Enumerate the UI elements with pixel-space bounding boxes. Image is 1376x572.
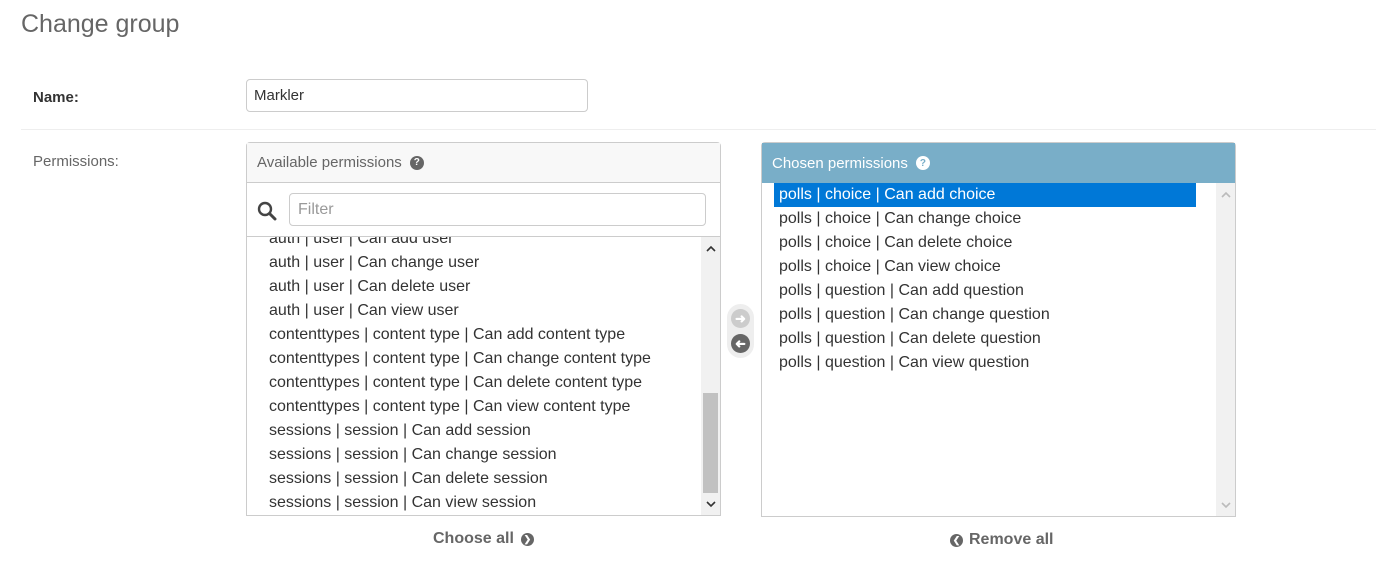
add-selected-button[interactable]: ➜ [731,309,750,328]
filter-bar [247,183,720,237]
choose-all-button[interactable]: Choose all ❯ [433,530,534,548]
scroll-up-icon[interactable] [701,239,720,257]
permission-option[interactable]: polls | question | Can delete question [774,327,1196,351]
available-options: auth | user | Can add user auth | user | … [264,237,700,515]
available-scrollbar[interactable] [701,237,720,515]
search-icon [257,201,277,221]
permission-option[interactable]: polls | question | Can view question [774,351,1196,375]
permission-option[interactable]: polls | choice | Can add choice [774,183,1196,207]
available-permissions-selector: Available permissions ? auth | user | Ca… [246,142,721,516]
permission-option[interactable]: sessions | session | Can delete session [264,467,700,491]
arrow-left-circle-icon: ➜ [735,336,746,351]
scroll-down-icon[interactable] [701,495,720,513]
remove-selected-button[interactable]: ➜ [731,334,750,353]
permission-option[interactable]: sessions | session | Can change session [264,443,700,467]
permissions-label: Permissions: [33,153,119,170]
chosen-options: polls | choice | Can add choice polls | c… [774,183,1215,375]
available-permissions-title: Available permissions [257,154,402,171]
remove-all-button[interactable]: ❮ Remove all [950,531,1053,549]
filter-input[interactable] [289,193,706,226]
permission-option[interactable]: sessions | session | Can view session [264,491,700,515]
scroll-up-icon[interactable] [1216,185,1235,203]
permission-option[interactable]: polls | choice | Can change choice [774,207,1196,231]
chosen-permissions-list[interactable]: polls | choice | Can add choice polls | c… [762,183,1235,516]
help-icon: ? [915,156,930,170]
permission-option[interactable]: polls | choice | Can view choice [774,255,1196,279]
scroll-thumb[interactable] [703,393,718,493]
permission-option[interactable]: auth | user | Can delete user [264,275,700,299]
chosen-scrollbar[interactable] [1216,183,1235,516]
scroll-down-icon[interactable] [1216,496,1235,514]
permission-option[interactable]: polls | choice | Can delete choice [774,231,1196,255]
available-permissions-header: Available permissions ? [247,143,720,183]
chosen-permissions-header: Chosen permissions ? [762,143,1235,183]
permission-option[interactable]: contenttypes | content type | Can view c… [264,395,700,419]
permission-option[interactable]: contenttypes | content type | Can change… [264,347,700,371]
permission-option[interactable]: polls | question | Can change question [774,303,1196,327]
name-input[interactable] [246,79,588,112]
name-label: Name: [33,89,79,106]
remove-all-label: Remove all [969,531,1054,548]
arrow-right-circle-icon: ➜ [735,311,746,326]
selector-mover: ➜ ➜ [727,304,754,358]
permission-option[interactable]: sessions | session | Can add session [264,419,700,443]
chosen-permissions-selector: Chosen permissions ? polls | choice | Ca… [761,142,1236,517]
help-icon: ? [409,155,424,170]
permission-option[interactable]: contenttypes | content type | Can add co… [264,323,700,347]
permission-option[interactable]: polls | question | Can add question [774,279,1196,303]
arrow-left-circle-icon: ❮ [950,533,963,547]
row-divider [21,129,1376,130]
arrow-right-circle-icon: ❯ [520,532,534,546]
permission-option[interactable]: auth | user | Can change user [264,251,700,275]
page-title: Change group [21,10,180,38]
permission-option[interactable]: auth | user | Can view user [264,299,700,323]
chosen-permissions-title: Chosen permissions [772,154,908,172]
permission-option[interactable]: auth | user | Can add user [264,237,700,251]
available-permissions-list[interactable]: auth | user | Can add user auth | user | … [247,237,720,515]
choose-all-label: Choose all [433,530,514,547]
permission-option[interactable]: contenttypes | content type | Can delete… [264,371,700,395]
